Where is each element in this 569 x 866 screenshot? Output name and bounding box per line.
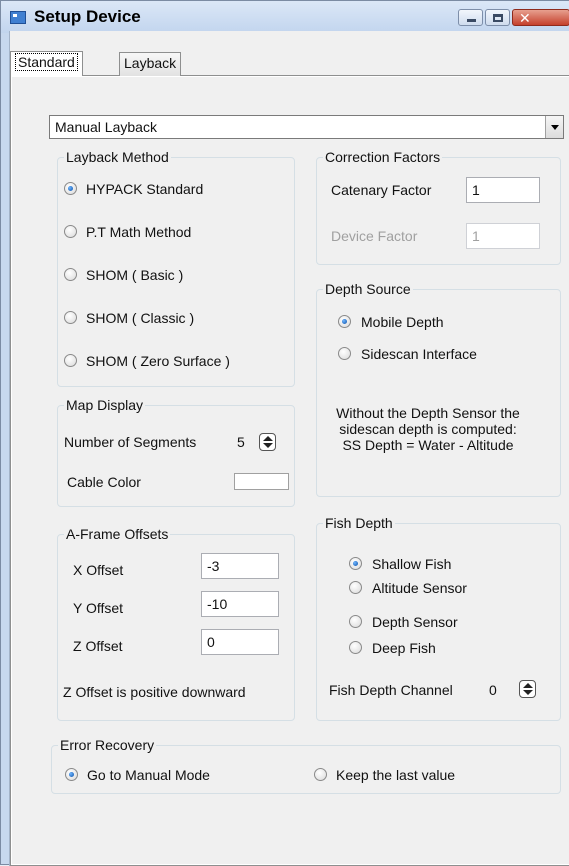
radio-pt-math-method-label[interactable]: P.T Math Method [86,223,191,241]
aframe-offsets-legend: A-Frame Offsets [64,525,171,543]
error-recovery-legend: Error Recovery [58,736,157,754]
tab-layback-label: Layback [124,55,177,71]
radio-shom-classic[interactable] [64,311,77,324]
radio-keep-last-value-label[interactable]: Keep the last value [336,766,455,784]
y-offset-label: Y Offset [73,600,124,616]
radio-sidescan-interface[interactable] [338,347,351,360]
close-icon: ✕ [519,10,531,26]
radio-shallow-fish-label[interactable]: Shallow Fish [372,555,451,573]
map-display-group: Map Display [57,396,295,507]
radio-pt-math-method[interactable] [64,225,77,238]
radio-sidescan-interface-label[interactable]: Sidescan Interface [361,345,477,363]
device-factor-label: Device Factor [331,228,418,244]
minimize-button[interactable] [458,9,483,26]
radio-hypack-standard-label[interactable]: HYPACK Standard [86,180,203,198]
fish-depth-legend: Fish Depth [323,514,395,532]
radio-mobile-depth[interactable] [338,315,351,328]
radio-shom-basic[interactable] [64,268,77,281]
app-icon [10,11,26,24]
fish-depth-channel-label: Fish Depth Channel [329,682,453,698]
radio-shom-basic-label[interactable]: SHOM ( Basic ) [86,266,183,284]
z-offset-note: Z Offset is positive downward [63,684,246,700]
maximize-icon [493,14,503,22]
cable-color-swatch[interactable] [234,473,289,490]
catenary-factor-label: Catenary Factor [331,182,432,198]
catenary-factor-input[interactable]: 1 [466,177,540,203]
layback-mode-value: Manual Layback [55,119,157,135]
depth-sensor-note: Without the Depth Sensor the sidescan de… [336,405,520,453]
radio-shom-zero-surface[interactable] [64,354,77,367]
radio-keep-last-value[interactable] [314,768,327,781]
device-factor-input[interactable]: 1 [466,223,540,249]
z-offset-label: Z Offset [73,638,123,654]
tab-standard[interactable]: Standard [10,51,83,76]
layback-mode-select[interactable]: Manual Layback [49,115,564,139]
radio-shom-classic-label[interactable]: SHOM ( Classic ) [86,309,194,327]
chevron-down-icon[interactable] [545,116,563,138]
tab-standard-label: Standard [15,53,78,71]
radio-deep-fish-label[interactable]: Deep Fish [372,639,436,657]
number-of-segments-value[interactable]: 5 [237,433,245,451]
radio-go-to-manual-mode[interactable] [65,768,78,781]
window-title: Setup Device [34,7,141,26]
radio-depth-sensor-label[interactable]: Depth Sensor [372,613,458,631]
depth-source-legend: Depth Source [323,280,413,298]
z-offset-input[interactable]: 0 [201,629,279,655]
radio-shallow-fish[interactable] [349,557,362,570]
radio-altitude-sensor[interactable] [349,581,362,594]
radio-mobile-depth-label[interactable]: Mobile Depth [361,313,444,331]
correction-factors-legend: Correction Factors [323,148,443,166]
channel-spinner-icon[interactable] [519,680,536,698]
radio-hypack-standard[interactable] [64,182,77,195]
segments-spinner-icon[interactable] [259,433,276,451]
radio-depth-sensor[interactable] [349,615,362,628]
maximize-button[interactable] [485,9,510,26]
close-button[interactable]: ✕ [512,9,569,26]
setup-device-window: Setup Device ✕ Standard Layback Manual L… [0,0,569,866]
tab-layback[interactable]: Layback [119,52,182,76]
radio-shom-zero-surface-label[interactable]: SHOM ( Zero Surface ) [86,352,230,370]
fish-depth-channel-value[interactable]: 0 [489,681,497,699]
x-offset-input[interactable]: -3 [201,553,279,579]
x-offset-label: X Offset [73,562,124,578]
cable-color-label: Cable Color [67,474,141,490]
number-of-segments-label: Number of Segments [64,434,197,450]
radio-altitude-sensor-label[interactable]: Altitude Sensor [372,579,467,597]
title-bar[interactable]: Setup Device ✕ [1,1,569,33]
map-display-legend: Map Display [64,396,146,414]
minimize-icon [467,19,476,22]
y-offset-input[interactable]: -10 [201,591,279,617]
layback-method-legend: Layback Method [64,148,171,166]
radio-deep-fish[interactable] [349,641,362,654]
radio-go-to-manual-mode-label[interactable]: Go to Manual Mode [87,766,210,784]
